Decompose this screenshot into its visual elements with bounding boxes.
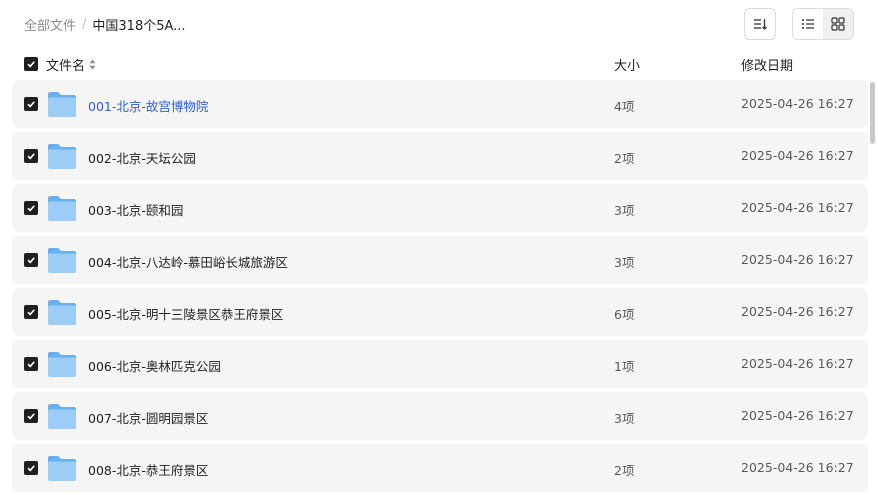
file-name[interactable]: 004-北京-八达岭-慕田峪长城旅游区: [88, 252, 288, 271]
list-item[interactable]: 001-北京-故宫博物院 4项 2025-04-26 16:27: [12, 80, 868, 128]
file-size: 3项: [614, 255, 635, 270]
check-icon: [27, 361, 35, 368]
scrollbar-thumb[interactable]: [870, 82, 875, 144]
list-item[interactable]: 007-北京-圆明园景区 3项 2025-04-26 16:27: [12, 392, 868, 440]
list-view-icon: [802, 19, 814, 29]
breadcrumb-current: 中国318个5A...: [92, 19, 186, 34]
folder-icon: [48, 456, 76, 481]
column-header-name-label: 文件名: [46, 59, 86, 74]
list-item[interactable]: 004-北京-八达岭-慕田峪长城旅游区 3项 2025-04-26 16:27: [12, 236, 868, 284]
folder-icon: [48, 248, 76, 273]
file-date: 2025-04-26 16:27: [741, 148, 854, 163]
file-date: 2025-04-26 16:27: [741, 96, 854, 111]
file-date: 2025-04-26 16:27: [741, 460, 854, 475]
row-checkbox[interactable]: [24, 253, 38, 267]
check-icon: [27, 61, 35, 68]
file-size: 1项: [614, 359, 635, 374]
file-date: 2025-04-26 16:27: [741, 408, 854, 423]
row-checkbox[interactable]: [24, 305, 38, 319]
file-name[interactable]: 003-北京-颐和园: [88, 200, 183, 219]
file-date: 2025-04-26 16:27: [741, 304, 854, 319]
check-icon: [27, 309, 35, 316]
list-view-button[interactable]: [793, 9, 823, 39]
grid-view-button[interactable]: [823, 9, 853, 39]
breadcrumb-root[interactable]: 全部文件: [24, 15, 76, 34]
file-name[interactable]: 008-北京-恭王府景区: [88, 460, 208, 479]
file-size: 6项: [614, 307, 635, 322]
row-checkbox[interactable]: [24, 201, 38, 215]
column-header-size[interactable]: 大小: [614, 55, 640, 74]
folder-icon: [48, 300, 76, 325]
list-item[interactable]: 002-北京-天坛公园 2项 2025-04-26 16:27: [12, 132, 868, 180]
sort-icon: [754, 19, 767, 30]
top-bar: 全部文件 / 中国318个5A...: [0, 0, 878, 48]
file-date: 2025-04-26 16:27: [741, 252, 854, 267]
file-date: 2025-04-26 16:27: [741, 356, 854, 371]
list-item[interactable]: 006-北京-奥林匹克公园 1项 2025-04-26 16:27: [12, 340, 868, 388]
table-header: 文件名 大小 修改日期: [0, 50, 878, 78]
check-icon: [27, 465, 35, 472]
folder-icon: [48, 352, 76, 377]
view-toggle: [792, 8, 854, 40]
breadcrumb: 全部文件 / 中国318个5A...: [24, 15, 186, 34]
file-date: 2025-04-26 16:27: [741, 200, 854, 215]
select-all-checkbox[interactable]: [24, 57, 38, 71]
folder-icon: [48, 144, 76, 169]
file-size: 4项: [614, 99, 635, 114]
file-name[interactable]: 002-北京-天坛公园: [88, 148, 196, 167]
file-name[interactable]: 005-北京-明十三陵景区恭王府景区: [88, 304, 283, 323]
check-icon: [27, 101, 35, 108]
grid-view-icon: [831, 17, 845, 31]
row-checkbox[interactable]: [24, 149, 38, 163]
list-item[interactable]: 003-北京-颐和园 3项 2025-04-26 16:27: [12, 184, 868, 232]
file-browser: 全部文件 / 中国318个5A... 文件名 大小 修改日期 001-北京-故宫…: [0, 0, 878, 495]
column-header-name[interactable]: 文件名: [46, 55, 96, 74]
file-size: 3项: [614, 411, 635, 426]
file-size: 2项: [614, 151, 635, 166]
file-list: 001-北京-故宫博物院 4项 2025-04-26 16:27 002-北京-…: [12, 80, 868, 495]
list-item[interactable]: 008-北京-恭王府景区 2项 2025-04-26 16:27: [12, 444, 868, 492]
file-name[interactable]: 007-北京-圆明园景区: [88, 408, 208, 427]
file-size: 2项: [614, 463, 635, 478]
check-icon: [27, 205, 35, 212]
folder-icon: [48, 92, 76, 117]
row-checkbox[interactable]: [24, 409, 38, 423]
check-icon: [27, 413, 35, 420]
folder-icon: [48, 404, 76, 429]
sort-button[interactable]: [744, 8, 776, 40]
sort-caret-icon: [89, 59, 96, 70]
check-icon: [27, 153, 35, 160]
file-name[interactable]: 006-北京-奥林匹克公园: [88, 356, 221, 375]
list-item[interactable]: 005-北京-明十三陵景区恭王府景区 6项 2025-04-26 16:27: [12, 288, 868, 336]
file-name[interactable]: 001-北京-故宫博物院: [88, 96, 208, 115]
row-checkbox[interactable]: [24, 357, 38, 371]
check-icon: [27, 257, 35, 264]
folder-icon: [48, 196, 76, 221]
column-header-date[interactable]: 修改日期: [741, 55, 793, 74]
breadcrumb-separator: /: [82, 17, 87, 32]
file-size: 3项: [614, 203, 635, 218]
row-checkbox[interactable]: [24, 461, 38, 475]
row-checkbox[interactable]: [24, 97, 38, 111]
